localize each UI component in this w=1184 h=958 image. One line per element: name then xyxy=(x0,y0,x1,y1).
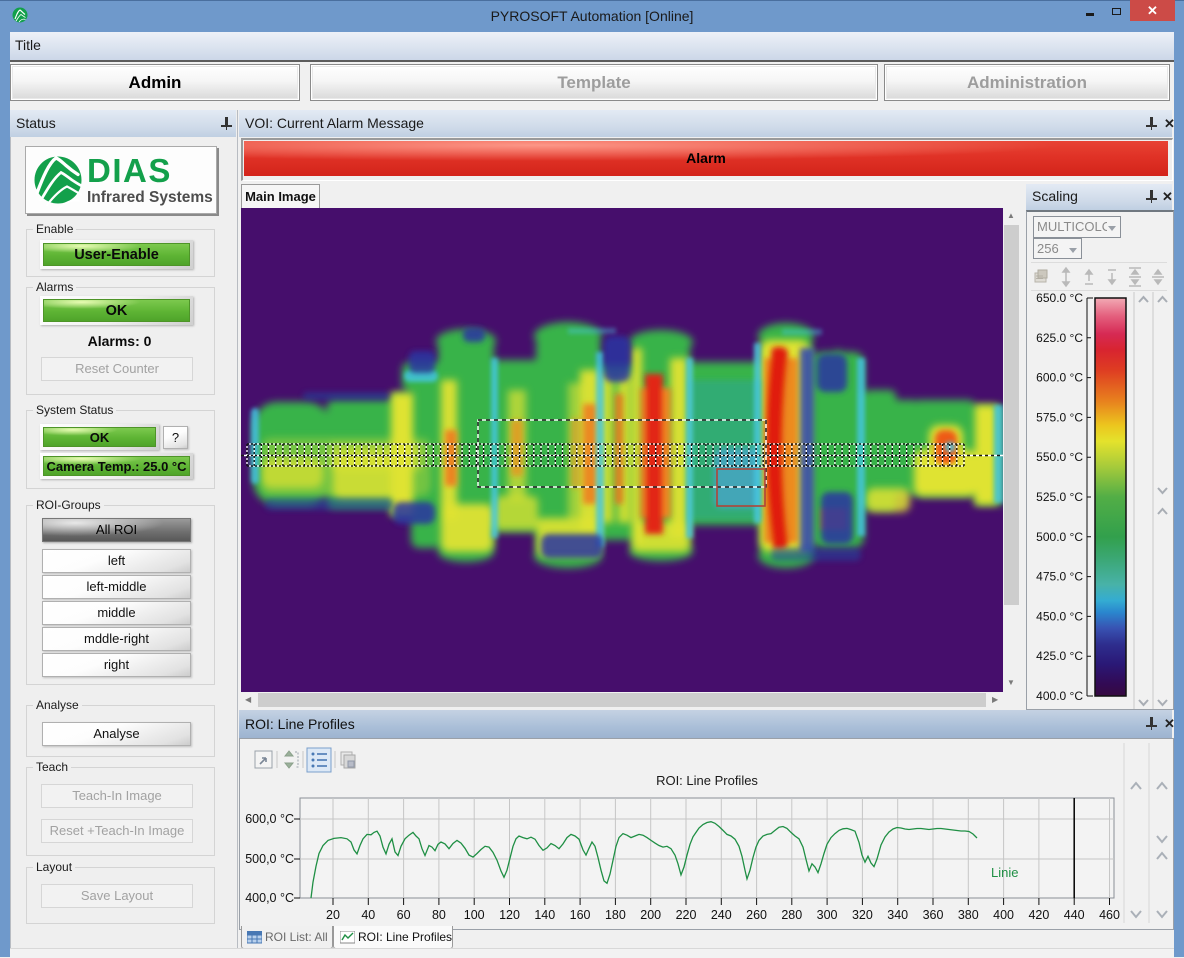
svg-text:320: 320 xyxy=(852,908,873,922)
svg-text:Infrared Systems: Infrared Systems xyxy=(87,189,213,206)
svg-text:80: 80 xyxy=(432,908,446,922)
svg-text:140: 140 xyxy=(534,908,555,922)
svg-text:200: 200 xyxy=(640,908,661,922)
svg-text:650.0 °C: 650.0 °C xyxy=(1036,292,1083,305)
svg-text:180: 180 xyxy=(605,908,626,922)
svg-text:60: 60 xyxy=(397,908,411,922)
svg-text:340: 340 xyxy=(887,908,908,922)
svg-text:120: 120 xyxy=(499,908,520,922)
svg-text:400,0 °C: 400,0 °C xyxy=(245,891,294,905)
svg-text:575.0 °C: 575.0 °C xyxy=(1036,410,1083,424)
svg-text:300: 300 xyxy=(817,908,838,922)
svg-text:100: 100 xyxy=(464,908,485,922)
svg-text:Linie: Linie xyxy=(991,865,1018,880)
svg-text:DIAS: DIAS xyxy=(87,152,172,189)
svg-text:400: 400 xyxy=(993,908,1014,922)
svg-text:525.0 °C: 525.0 °C xyxy=(1036,490,1083,504)
svg-text:500,0 °C: 500,0 °C xyxy=(245,852,294,866)
svg-text:40: 40 xyxy=(361,908,375,922)
svg-text:600,0 °C: 600,0 °C xyxy=(245,812,294,826)
svg-text:380: 380 xyxy=(958,908,979,922)
svg-text:260: 260 xyxy=(746,908,767,922)
svg-text:550.0 °C: 550.0 °C xyxy=(1036,450,1083,464)
svg-text:160: 160 xyxy=(570,908,591,922)
svg-text:400.0 °C: 400.0 °C xyxy=(1036,689,1083,703)
svg-text:20: 20 xyxy=(326,908,340,922)
svg-text:475.0 °C: 475.0 °C xyxy=(1036,570,1083,584)
svg-text:600.0 °C: 600.0 °C xyxy=(1036,371,1083,385)
svg-text:425.0 °C: 425.0 °C xyxy=(1036,649,1083,663)
svg-text:280: 280 xyxy=(781,908,802,922)
svg-text:450.0 °C: 450.0 °C xyxy=(1036,609,1083,623)
svg-text:240: 240 xyxy=(711,908,732,922)
svg-text:220: 220 xyxy=(676,908,697,922)
svg-text:440: 440 xyxy=(1064,908,1085,922)
svg-text:500.0 °C: 500.0 °C xyxy=(1036,530,1083,544)
svg-text:460: 460 xyxy=(1099,908,1120,922)
svg-text:360: 360 xyxy=(923,908,944,922)
svg-text:420: 420 xyxy=(1028,908,1049,922)
svg-text:625.0 °C: 625.0 °C xyxy=(1036,331,1083,345)
svg-text:ROI: Line Profiles: ROI: Line Profiles xyxy=(656,773,758,788)
